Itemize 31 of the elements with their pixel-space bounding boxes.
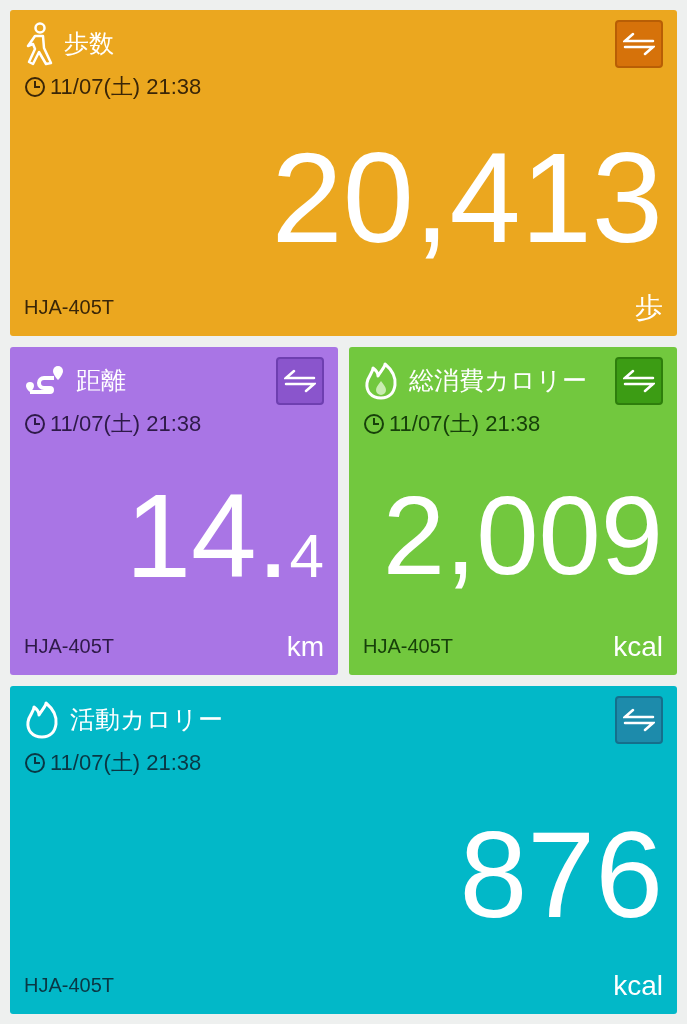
- switch-button[interactable]: [615, 357, 663, 405]
- metric-value: 876: [459, 813, 663, 936]
- card-title: 距離: [76, 365, 126, 397]
- switch-button[interactable]: [615, 20, 663, 68]
- metric-value: 2,009: [382, 479, 663, 592]
- card-title: 歩数: [64, 28, 114, 60]
- unit-label: kcal: [613, 633, 663, 661]
- device-name: HJA-405T: [363, 634, 454, 659]
- timestamp: 11/07(土) 21:38: [50, 73, 202, 101]
- unit-label: 歩: [635, 294, 663, 322]
- clock-icon: [24, 412, 46, 435]
- clock-icon: [24, 75, 46, 98]
- metric-value: 20,413: [271, 133, 663, 262]
- unit-label: kcal: [613, 972, 663, 1000]
- timestamp: 11/07(土) 21:38: [50, 410, 202, 438]
- card-title: 活動カロリー: [70, 704, 223, 736]
- walking-person-icon: [24, 22, 54, 66]
- unit-label: km: [286, 633, 324, 661]
- flame-icon: [24, 701, 60, 739]
- switch-button[interactable]: [276, 357, 324, 405]
- device-name: HJA-405T: [24, 295, 115, 320]
- clock-icon: [24, 751, 46, 774]
- clock-icon: [363, 412, 385, 435]
- switch-button[interactable]: [615, 696, 663, 744]
- card-title: 総消費カロリー: [409, 365, 587, 397]
- timestamp: 11/07(土) 21:38: [50, 749, 202, 777]
- device-name: HJA-405T: [24, 973, 115, 998]
- metric-value: 14.4: [125, 476, 324, 595]
- device-name: HJA-405T: [24, 634, 115, 659]
- flame-icon: [363, 362, 399, 400]
- timestamp: 11/07(土) 21:38: [389, 410, 541, 438]
